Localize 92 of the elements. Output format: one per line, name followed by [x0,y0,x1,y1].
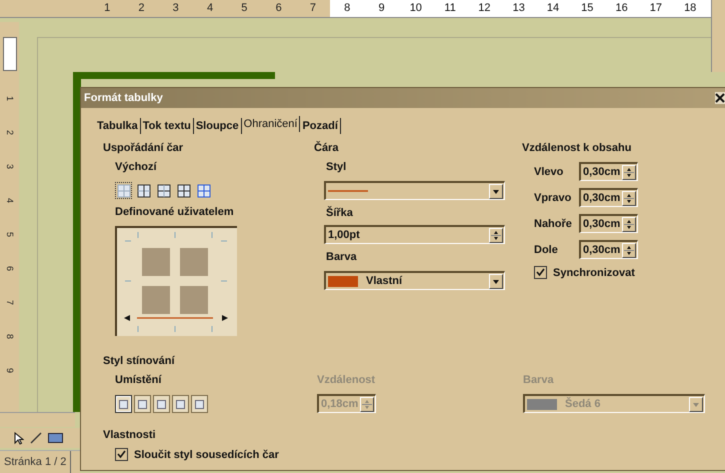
line-sample-icon [328,189,368,193]
rectangle-icon[interactable] [48,433,63,443]
section-heading: Uspořádání čar [103,142,184,156]
ruler-number: 17 [648,1,664,16]
field-label: Nahoře [534,218,573,230]
ruler-number: 7 [4,300,16,305]
spin-button[interactable] [622,190,636,206]
close-icon[interactable] [715,92,725,104]
ruler-marker[interactable] [3,37,17,71]
ruler-number: 6 [274,1,283,16]
field-label: Definované uživatelem [115,206,235,220]
grid-icon [156,184,170,198]
ruler-number: 4 [4,198,16,203]
width-spin-field[interactable]: 1,00pt [324,225,505,244]
line-icon[interactable] [30,432,42,444]
spin-button[interactable] [489,228,503,242]
ruler-number: 9 [4,368,16,373]
field-label: Vzdálenost [317,374,376,388]
field-label: Výchozí [115,161,158,175]
field-label: Šířka [326,207,354,221]
frame-icon [119,400,128,408]
field-label: Vpravo [534,192,572,204]
ruler-number: 8 [4,334,16,339]
field-label: Styl [326,161,348,175]
field-label: Barva [326,251,358,265]
spacing-spin-field[interactable]: 0,30cm [579,188,638,207]
ruler-number: 14 [546,1,560,16]
border-preset-button[interactable] [115,182,132,199]
grid-icon [116,184,130,198]
ruler-number: 9 [377,1,386,16]
ruler-number: 16 [614,1,629,16]
ruler-number: 8 [343,1,352,16]
grid-icon [196,184,210,198]
field-label: Dole [534,244,559,256]
frame-icon [195,400,204,408]
ruler-number: 5 [4,232,16,237]
ruler-number: 2 [137,1,146,16]
tab[interactable]: Pozadí [300,118,341,134]
spin-button[interactable] [622,242,636,258]
ruler-number: 7 [308,1,317,16]
spacing-spin-field[interactable]: 0,30cm [579,240,638,259]
section-heading: Čára [314,142,340,156]
spin-button[interactable] [622,216,636,232]
field-label: Vlevo [534,166,564,178]
ruler-number: 6 [4,266,16,271]
scrollbar[interactable] [711,0,725,72]
frame-icon [138,400,147,408]
dialog-title: Formát tabulky [84,92,163,104]
ruler-number: 11 [443,1,457,16]
ruler-number: 2 [4,130,16,135]
ruler-number: 5 [240,1,248,16]
ruler-number: 4 [206,1,214,16]
scrollbar[interactable] [0,412,75,427]
ruler-number: 1 [4,96,16,101]
ruler-number: 1 [103,1,112,16]
ruler-number: 13 [512,1,526,16]
line-style-dropdown[interactable] [324,181,505,200]
section-heading: Styl stínování [103,355,176,369]
shadow-position-button[interactable] [115,395,132,413]
pointer-icon[interactable] [14,432,24,444]
grid-icon [176,184,190,198]
tab[interactable]: Tabulka [95,118,141,134]
page-indicator: Stránka 1 / 2 [0,451,72,473]
frame-icon [157,400,166,408]
merge-checkbox-label[interactable]: Sloučit styl sousedících čar [115,448,725,461]
checkbox[interactable] [534,266,547,279]
color-dropdown[interactable]: Vlastní [324,271,505,290]
spacing-spin-field[interactable]: 0,30cm [579,214,638,233]
dropdown-arrow-button[interactable] [689,396,703,412]
tab[interactable]: Tok textu [140,118,194,134]
ruler-number: 3 [172,1,180,16]
grid-icon [136,184,150,198]
field-label: Barva [523,374,555,388]
field-label: Umístění [115,374,163,388]
dropdown-arrow-button[interactable] [489,274,503,288]
frame-icon [176,400,185,408]
spin-button[interactable] [360,396,374,412]
section-heading: Vlastnosti [103,429,157,443]
dropdown-arrow-button[interactable] [489,184,503,198]
ruler-number: 12 [477,1,492,16]
spacing-spin-field[interactable]: 0,30cm [579,162,638,181]
tab[interactable]: Sloupce [194,118,242,134]
checkbox[interactable] [115,448,128,461]
ruler-number: 15 [580,1,594,16]
ruler-number: 18 [683,1,698,16]
tab[interactable]: Ohraničení [242,116,300,132]
sync-checkbox-label[interactable]: Synchronizovat [534,266,725,279]
border-editor-drawing[interactable] [115,226,237,336]
ruler-number: 3 [4,164,16,169]
section-heading: Vzdálenost k obsahu [522,142,632,156]
spin-button[interactable] [622,164,636,180]
ruler-number: 10 [408,1,423,16]
